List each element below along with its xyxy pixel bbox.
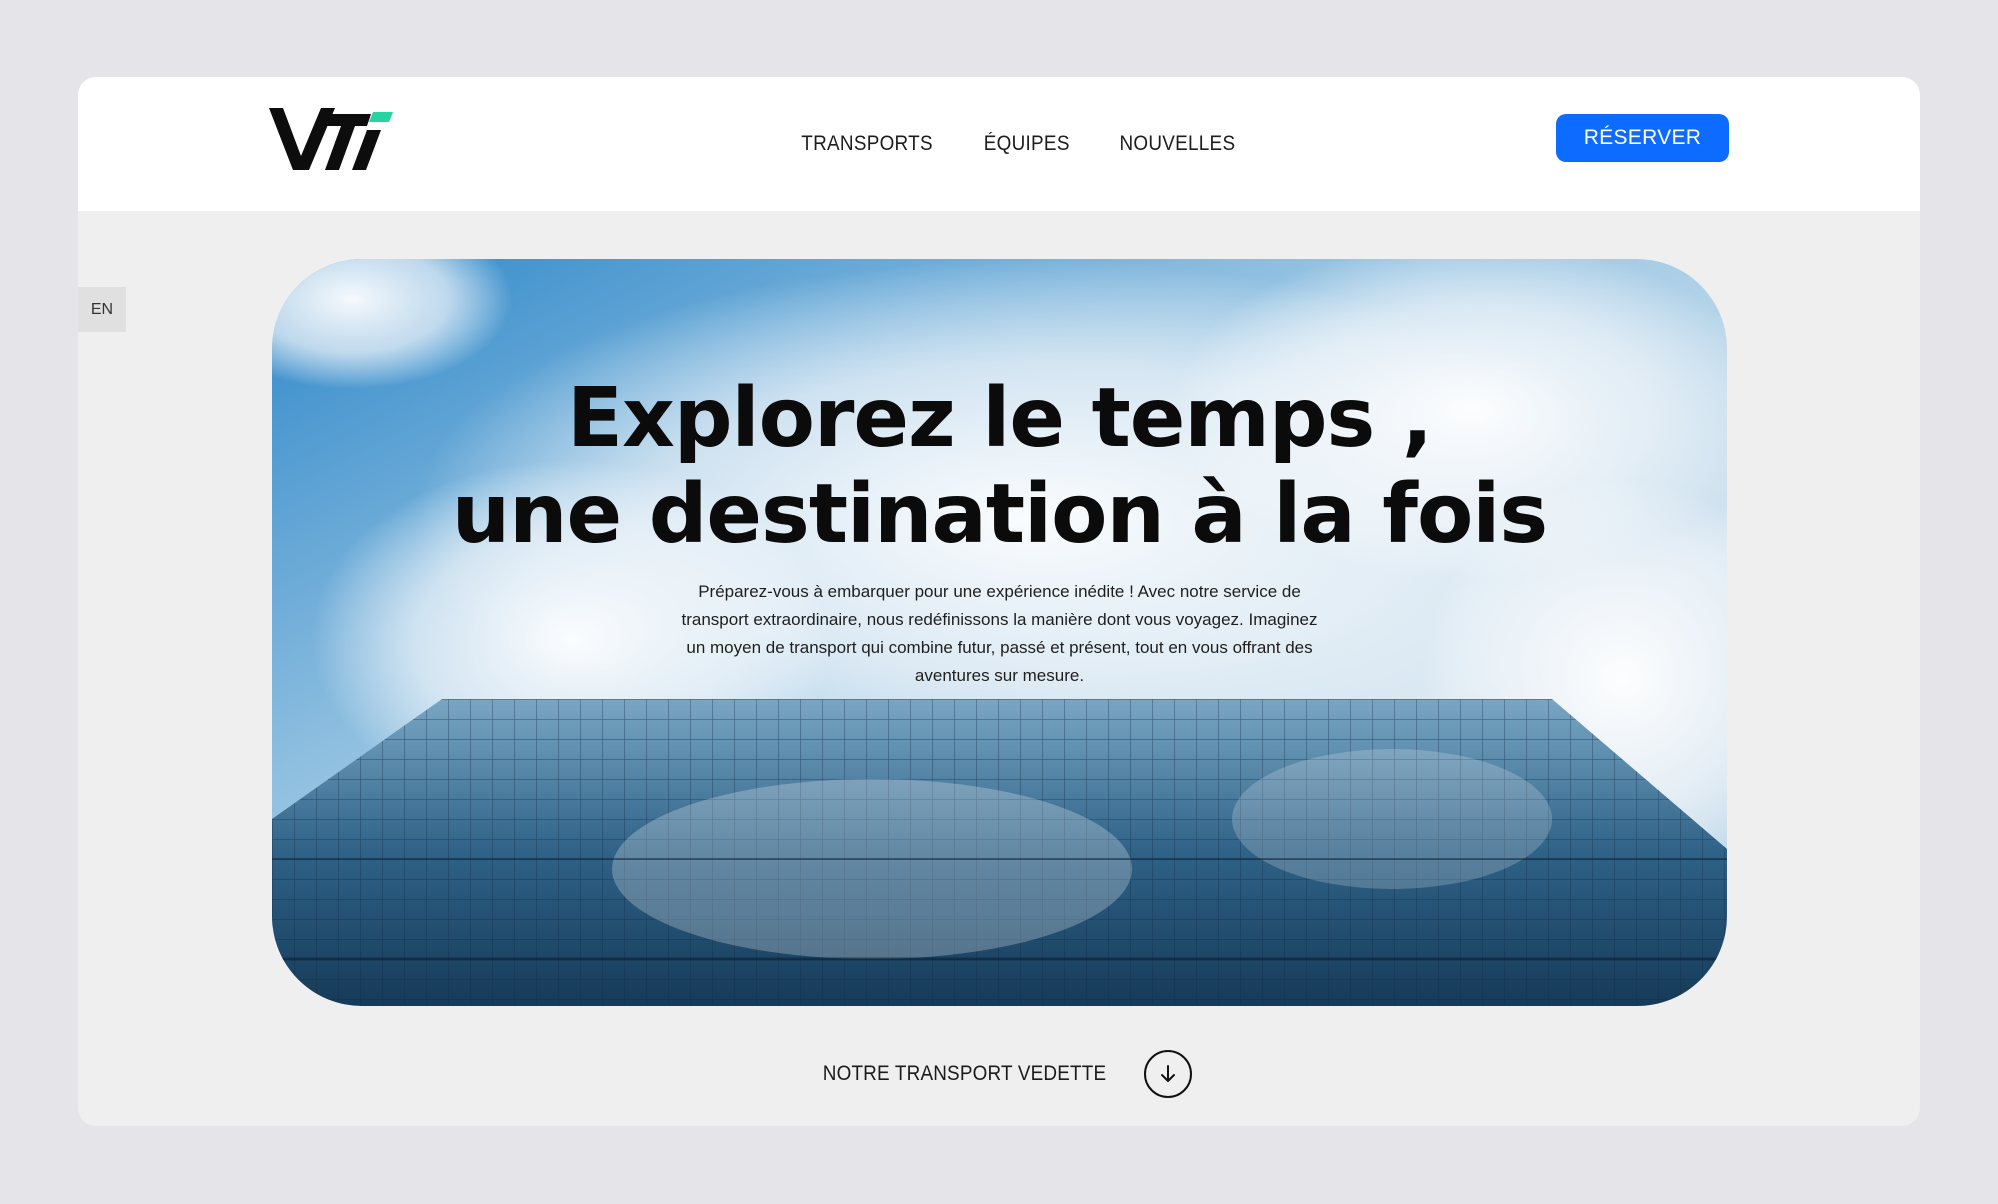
hero-title-line-2: une destination à la fois [451,467,1548,562]
browser-window: TRANSPORTS ÉQUIPES NOUVELLES RÉSERVER EN [78,77,1920,1126]
top-navigation-bar: TRANSPORTS ÉQUIPES NOUVELLES RÉSERVER [78,77,1920,211]
hero-title-line-1: Explorez le temps , [566,371,1433,466]
scroll-down-button[interactable] [1143,1050,1192,1098]
arrow-down-icon [1160,1065,1175,1082]
reserver-button[interactable]: RÉSERVER [1556,114,1729,162]
language-switcher[interactable]: EN [78,287,126,332]
featured-transport-link[interactable]: NOTRE TRANSPORT VEDETTE [78,1049,1920,1099]
nav-item-equipes[interactable]: ÉQUIPES [984,124,1070,164]
hero-description: Préparez-vous à embarquer pour une expér… [681,582,1318,685]
hero-title: Explorez le temps , une destination à la… [272,371,1727,563]
nav-item-nouvelles[interactable]: NOUVELLES [1120,124,1236,164]
featured-transport-label: NOTRE TRANSPORT VEDETTE [822,1062,1106,1085]
hero-banner: Explorez le temps , une destination à la… [272,259,1727,1006]
nav-item-transports[interactable]: TRANSPORTS [801,124,933,164]
